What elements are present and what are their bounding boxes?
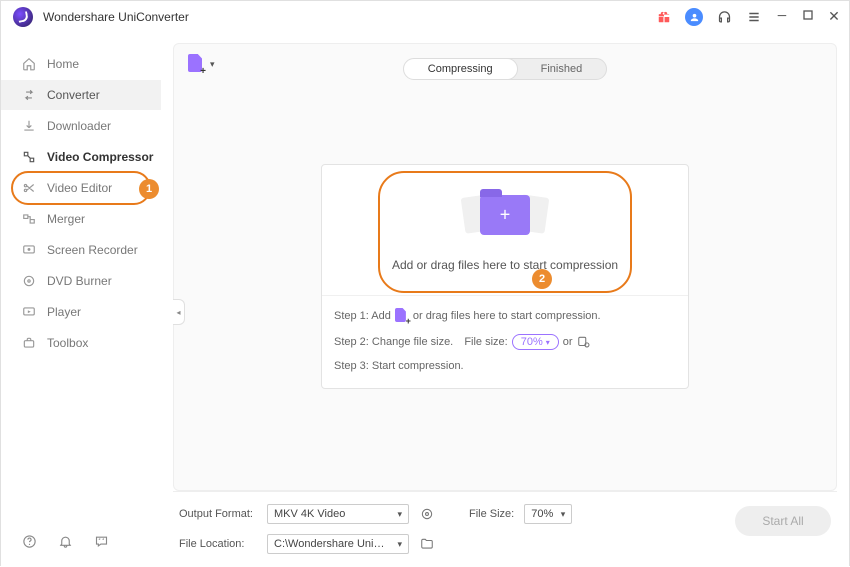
app-logo <box>13 7 33 27</box>
sidebar-item-player[interactable]: Player <box>1 297 161 327</box>
tab-compressing[interactable]: Compressing <box>403 58 518 80</box>
file-location-select[interactable]: C:\Wondershare UniConverter▾ <box>267 534 409 554</box>
help-icon[interactable] <box>21 533 37 549</box>
player-icon <box>21 304 37 320</box>
download-icon <box>21 118 37 134</box>
menu-icon[interactable] <box>745 8 763 26</box>
instruction-steps: Step 1: Add or drag files here to start … <box>322 295 688 372</box>
output-format-label: Output Format: <box>179 508 257 520</box>
drop-zone[interactable]: Add or drag files here to start compress… <box>322 165 688 295</box>
gift-icon[interactable] <box>655 8 673 26</box>
home-icon <box>21 56 37 72</box>
titlebar: Wondershare UniConverter ─ ✕ <box>1 1 849 33</box>
sidebar-item-label: Downloader <box>47 119 111 133</box>
sidebar-item-label: Merger <box>47 212 85 226</box>
sidebar-item-downloader[interactable]: Downloader <box>1 111 161 141</box>
folder-add-icon <box>480 195 530 235</box>
sidebar-item-toolbox[interactable]: Toolbox <box>1 328 161 358</box>
sidebar-item-label: Toolbox <box>47 336 88 350</box>
merger-icon <box>21 211 37 227</box>
filesize-pill[interactable]: 70%▾ <box>512 334 559 350</box>
sidebar-item-home[interactable]: Home <box>1 49 161 79</box>
recorder-icon <box>21 242 37 258</box>
step-3: Step 3: Start compression. <box>334 360 676 372</box>
sidebar-item-label: DVD Burner <box>47 274 112 288</box>
tab-finished[interactable]: Finished <box>517 59 607 79</box>
step-1: Step 1: Add or drag files here to start … <box>334 308 676 324</box>
sidebar-item-label: Home <box>47 57 79 71</box>
sidebar-collapse-handle[interactable]: ◂ <box>173 299 185 325</box>
scissors-icon <box>21 180 37 196</box>
file-location-label: File Location: <box>179 538 257 550</box>
sidebar-item-label: Converter <box>47 88 100 102</box>
sidebar-item-video-compressor[interactable]: Video Compressor <box>1 142 161 172</box>
output-format-select[interactable]: MKV 4K Video▾ <box>267 504 409 524</box>
sidebar-item-label: Player <box>47 305 81 319</box>
sidebar-item-label: Screen Recorder <box>47 243 138 257</box>
drop-panel: Add or drag files here to start compress… <box>321 164 689 389</box>
close-button[interactable]: ✕ <box>827 9 841 26</box>
sidebar-item-screen-recorder[interactable]: Screen Recorder <box>1 235 161 265</box>
add-file-icon <box>395 308 409 324</box>
annotation-badge-1: 1 <box>139 179 159 199</box>
maximize-button[interactable] <box>801 9 815 25</box>
user-account-icon[interactable] <box>685 8 703 26</box>
content-area: ◂ ▾ Compressing Finished <box>161 33 849 567</box>
filesize-select[interactable]: 70%▾ <box>524 504 572 524</box>
status-tabs: Compressing Finished <box>403 58 607 80</box>
minimize-button[interactable]: ─ <box>775 9 789 25</box>
custom-settings-icon[interactable] <box>577 335 591 349</box>
add-file-icon <box>188 54 206 74</box>
sidebar-item-dvd-burner[interactable]: DVD Burner <box>1 266 161 296</box>
dvd-icon <box>21 273 37 289</box>
sidebar-item-label: Video Compressor <box>47 150 153 164</box>
compressor-icon <box>21 149 37 165</box>
toolbox-icon <box>21 335 37 351</box>
sidebar-item-converter[interactable]: Converter <box>1 80 161 110</box>
bell-icon[interactable] <box>57 533 73 549</box>
sidebar-item-video-editor[interactable]: Video Editor <box>1 173 161 203</box>
annotation-badge-2: 2 <box>532 269 552 289</box>
add-file-button[interactable]: ▾ <box>188 54 215 74</box>
step-2: Step 2: Change file size. File size: 70%… <box>334 334 676 350</box>
headset-icon[interactable] <box>715 8 733 26</box>
sidebar-item-label: Video Editor <box>47 181 112 195</box>
start-all-button[interactable]: Start All <box>735 506 831 536</box>
footer-bar: Output Format: MKV 4K Video▾ File Size: … <box>173 491 837 567</box>
chevron-down-icon: ▾ <box>210 59 215 70</box>
sidebar-item-merger[interactable]: Merger <box>1 204 161 234</box>
filesize-label: File Size: <box>469 508 514 520</box>
open-folder-icon[interactable] <box>419 536 435 552</box>
app-title: Wondershare UniConverter <box>43 10 655 24</box>
converter-icon <box>21 87 37 103</box>
folder-illustration <box>455 188 555 242</box>
feedback-icon[interactable] <box>93 533 109 549</box>
sidebar: Home Converter Downloader Video Compress… <box>1 33 161 567</box>
output-settings-icon[interactable] <box>419 506 435 522</box>
